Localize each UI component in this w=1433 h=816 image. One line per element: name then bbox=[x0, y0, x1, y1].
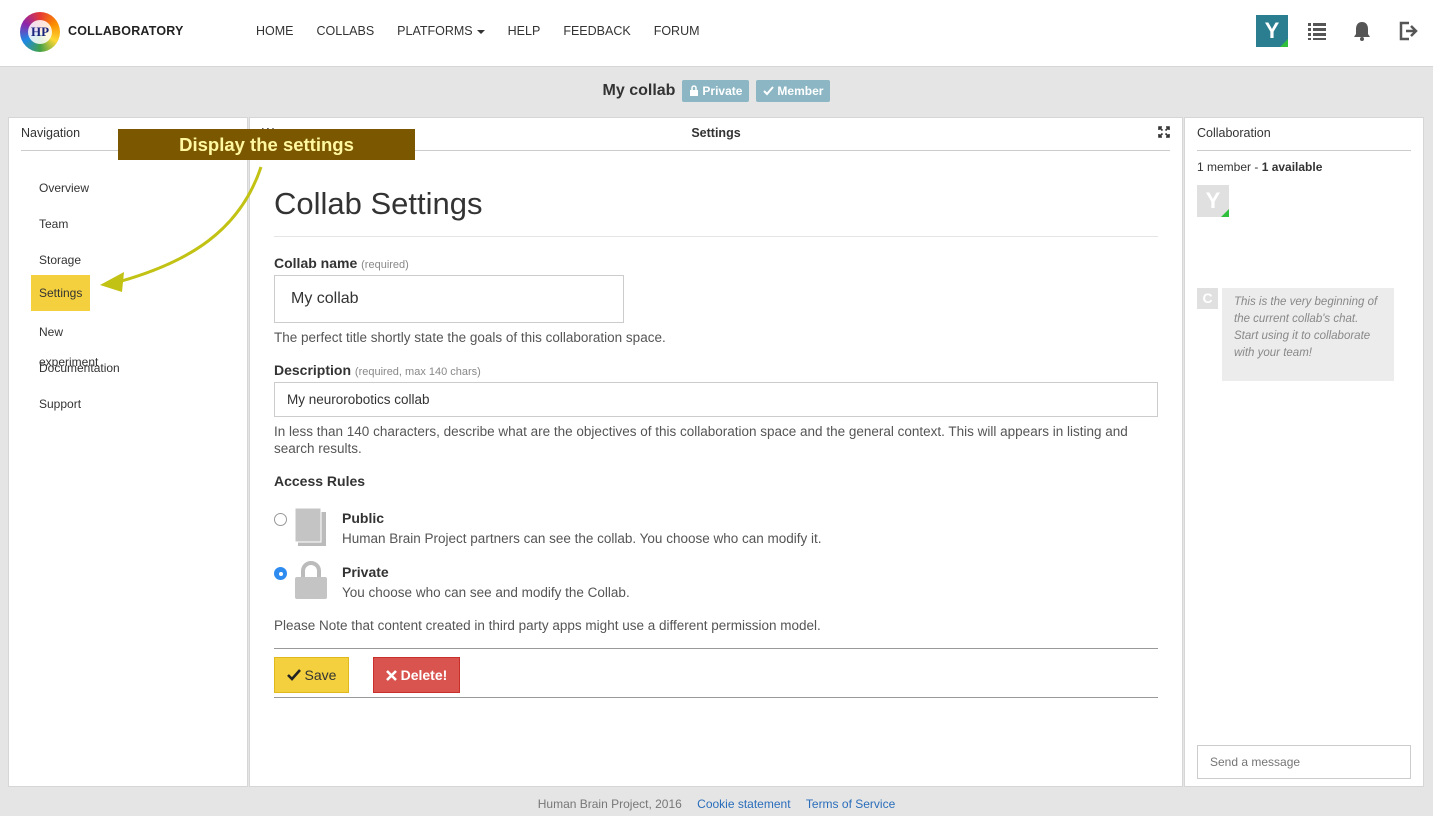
delete-button[interactable]: Delete! bbox=[373, 657, 460, 693]
online-indicator bbox=[1280, 39, 1288, 47]
collab-name: My collab bbox=[602, 82, 676, 99]
nav-feedback[interactable]: FEEDBACK bbox=[563, 24, 630, 38]
navigation-list: Overview Team Storage Settings New exper… bbox=[31, 170, 120, 422]
user-initial: Y bbox=[1264, 18, 1280, 43]
divider bbox=[274, 697, 1158, 698]
nav-forum[interactable]: FORUM bbox=[654, 24, 700, 38]
message-input[interactable] bbox=[1197, 745, 1411, 779]
description-help: In less than 140 characters, describe wh… bbox=[274, 424, 1128, 456]
brand-name[interactable]: COLLABORATORY bbox=[68, 24, 184, 38]
public-title: Public bbox=[342, 510, 385, 526]
logo-text: HP bbox=[28, 20, 52, 44]
private-badge-label: Private bbox=[702, 84, 743, 98]
hbp-logo[interactable]: HP bbox=[20, 12, 60, 52]
chat-avatar: C bbox=[1197, 288, 1218, 309]
public-radio[interactable] bbox=[274, 513, 287, 526]
description-hint: (required, max 140 chars) bbox=[354, 366, 481, 378]
description-label-text: Description bbox=[274, 362, 352, 378]
nav-item-overview[interactable]: Overview bbox=[31, 170, 119, 206]
save-label: Save bbox=[304, 667, 337, 683]
save-button[interactable]: Save bbox=[274, 657, 349, 693]
navigation-panel: Navigation Overview Team Storage Setting… bbox=[8, 117, 248, 787]
list-icon[interactable] bbox=[1306, 20, 1328, 42]
divider bbox=[1197, 150, 1411, 151]
member-badge-label: Member bbox=[777, 84, 824, 98]
check-icon bbox=[763, 86, 774, 96]
terms-link[interactable]: Terms of Service bbox=[806, 797, 895, 811]
nav-item-storage[interactable]: Storage bbox=[31, 242, 119, 278]
private-description: You choose who can see and modify the Co… bbox=[342, 585, 630, 600]
divider bbox=[274, 648, 1158, 649]
required-hint: (required) bbox=[361, 259, 409, 271]
copyright: Human Brain Project, 2016 bbox=[537, 797, 682, 811]
member-initial: Y bbox=[1205, 188, 1221, 213]
private-radio[interactable] bbox=[274, 567, 287, 580]
collaboration-title: Collaboration bbox=[1197, 126, 1271, 140]
caret-down-icon bbox=[476, 29, 485, 34]
user-avatar[interactable]: Y bbox=[1256, 15, 1288, 47]
top-navbar: HP COLLABORATORY HOME COLLABS PLATFORMS … bbox=[0, 0, 1433, 67]
nav-item-new-experiment[interactable]: New experiment bbox=[31, 314, 119, 369]
main-nav: HOME COLLABS PLATFORMS HELP FEEDBACK FOR… bbox=[256, 24, 723, 38]
nav-platforms-label: PLATFORMS bbox=[397, 24, 473, 38]
check-icon bbox=[286, 669, 301, 681]
collab-name-help: The perfect title shortly state the goal… bbox=[274, 330, 666, 345]
page-title: Collab Settings bbox=[274, 186, 483, 221]
member-avatar[interactable]: Y bbox=[1197, 185, 1229, 217]
public-description: Human Brain Project partners can see the… bbox=[342, 531, 822, 546]
collab-name-label-text: Collab name bbox=[274, 255, 358, 271]
available-count: 1 available bbox=[1261, 160, 1323, 174]
description-input[interactable] bbox=[274, 382, 1158, 417]
bell-icon[interactable] bbox=[1351, 20, 1373, 42]
cookie-link[interactable]: Cookie statement bbox=[697, 797, 790, 811]
logout-icon[interactable] bbox=[1397, 20, 1419, 42]
nav-item-support[interactable]: Support bbox=[31, 386, 119, 422]
collab-name-input[interactable] bbox=[274, 275, 624, 323]
online-indicator bbox=[1221, 209, 1229, 217]
nav-home[interactable]: HOME bbox=[256, 24, 294, 38]
expand-icon[interactable] bbox=[1158, 126, 1170, 138]
collab-title-bar: My collab Private Member bbox=[0, 80, 1433, 102]
nav-item-team[interactable]: Team bbox=[31, 206, 119, 242]
lock-icon bbox=[295, 561, 327, 599]
collaboration-panel: Collaboration 1 member - 1 available Y C… bbox=[1184, 117, 1424, 787]
nav-item-settings[interactable]: Settings bbox=[31, 275, 90, 311]
nav-item-documentation[interactable]: Documentation bbox=[31, 350, 120, 386]
permission-note: Please Note that content created in thir… bbox=[274, 618, 821, 633]
access-rules-label: Access Rules bbox=[274, 473, 366, 489]
annotation-label: Display the settings bbox=[118, 129, 415, 160]
lock-icon bbox=[690, 85, 699, 96]
divider bbox=[274, 236, 1158, 237]
workspace-panel: Wo Settings Collab Settings Collab name … bbox=[249, 117, 1183, 787]
delete-label: Delete! bbox=[400, 667, 448, 683]
navigation-title: Navigation bbox=[21, 126, 81, 140]
private-title: Private bbox=[342, 564, 389, 580]
footer: Human Brain Project, 2016 Cookie stateme… bbox=[0, 797, 1433, 811]
chat-intro-message: This is the very beginning of the curren… bbox=[1222, 288, 1394, 381]
nav-platforms[interactable]: PLATFORMS bbox=[397, 24, 485, 38]
nav-collabs[interactable]: COLLABS bbox=[317, 24, 375, 38]
private-badge: Private bbox=[682, 80, 750, 102]
close-icon bbox=[385, 670, 397, 681]
book-icon bbox=[294, 508, 326, 546]
collab-name-label: Collab name (required) bbox=[274, 255, 409, 271]
description-label: Description (required, max 140 chars) bbox=[274, 362, 481, 378]
member-count-text: 1 member - bbox=[1197, 160, 1262, 174]
member-count: 1 member - 1 available bbox=[1197, 160, 1322, 174]
nav-help[interactable]: HELP bbox=[508, 24, 541, 38]
member-badge: Member bbox=[756, 80, 831, 102]
